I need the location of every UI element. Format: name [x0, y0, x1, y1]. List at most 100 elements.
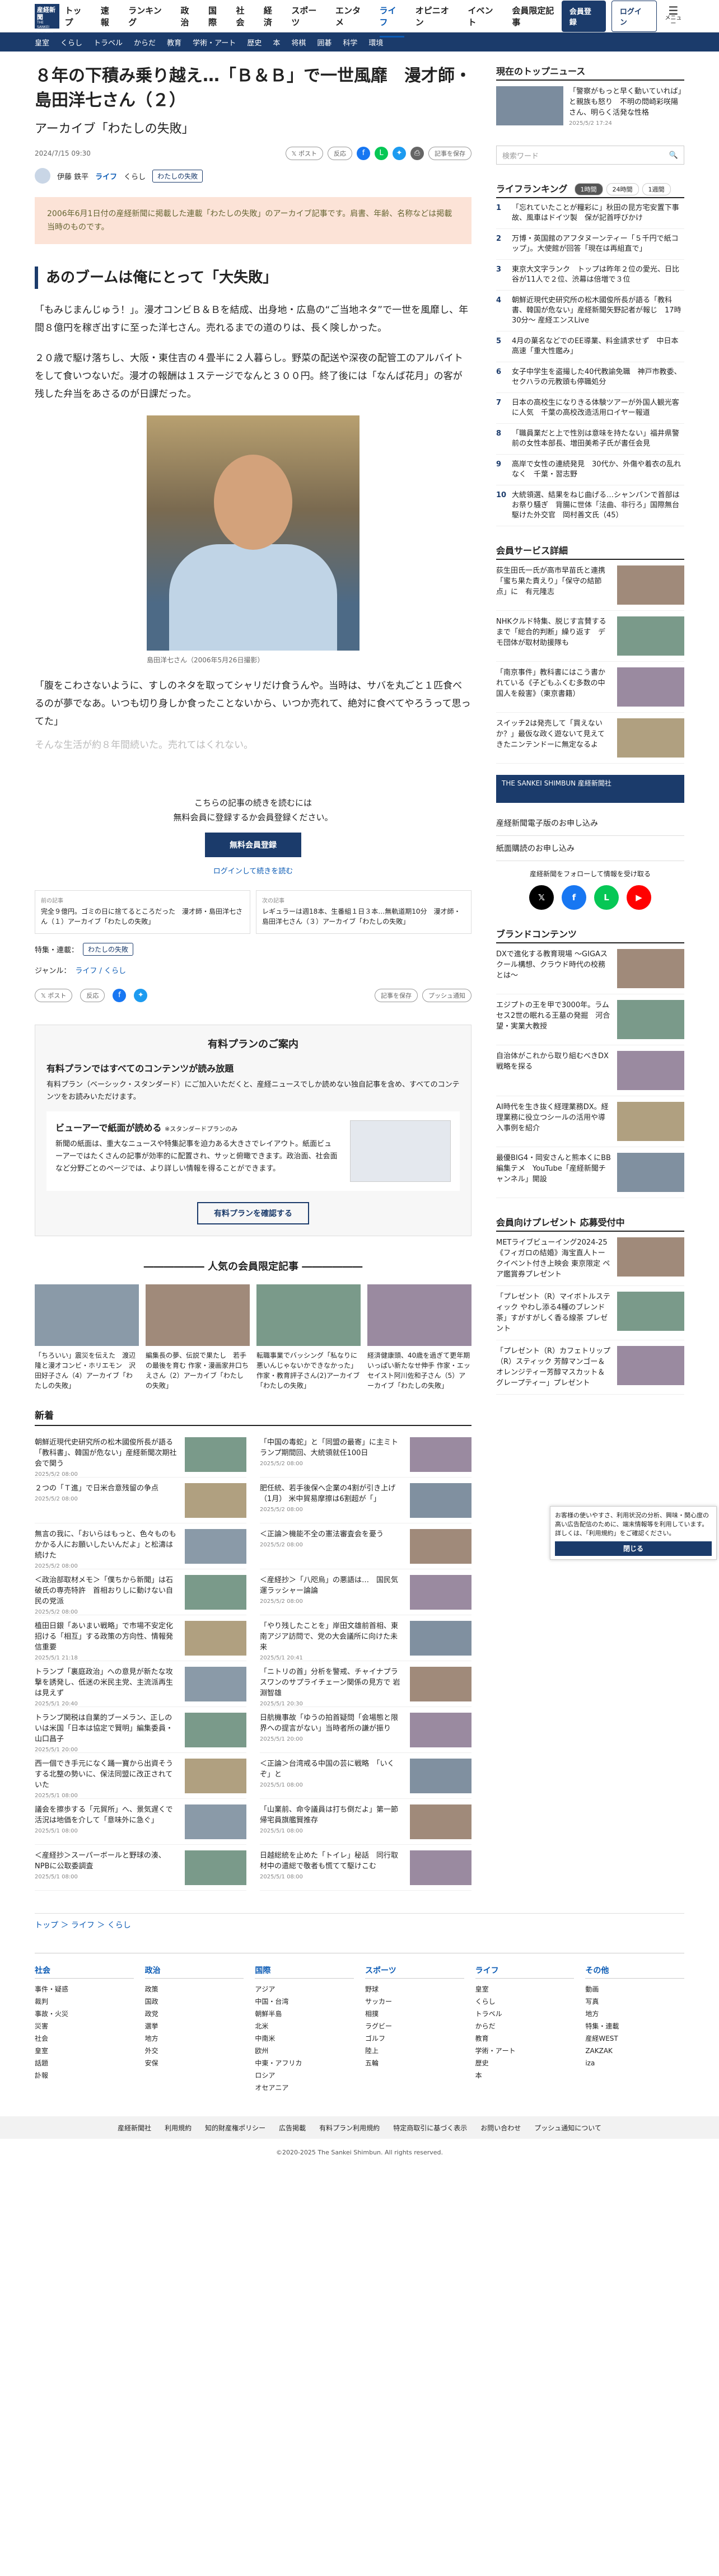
svc-item[interactable]: 「南京事件」教科書にはこう書かれている《子どもふくむ多数の中国人を殺害》（東京書… — [496, 667, 684, 713]
footer-link[interactable]: 裁判 — [35, 1995, 134, 2008]
subnav-item[interactable]: 科学 — [343, 37, 357, 48]
site-logo[interactable]: 産経新聞 THE SANKEI SHIMBUN — [35, 4, 59, 34]
footer-heading[interactable]: その他 — [585, 1965, 684, 1979]
nav-item[interactable]: エンタメ — [335, 4, 368, 28]
footer-link[interactable]: 歴史 — [475, 2057, 575, 2069]
ranking-item[interactable]: 4 朝鮮近現代史研究所の松木國俊所長が語る「教科書、韓国が危ない」産経新聞矢野記者… — [496, 291, 684, 331]
popular-article-card[interactable]: 編集長の夢、伝説で果たし 若手の最後を育む 作家・漫画家井口ちえさん（2）アーカ… — [146, 1284, 250, 1391]
footer-link[interactable]: ゴルフ — [365, 2032, 464, 2045]
subnav-item[interactable]: 環境 — [368, 37, 383, 48]
footer-heading[interactable]: スポーツ — [365, 1965, 464, 1979]
nav-item[interactable]: 社会 — [236, 4, 252, 28]
ranking-item[interactable]: 9 高岸で女性の連続発見 30代か、外傷や着衣の乱れなく 千葉・習志野 — [496, 455, 684, 485]
footer-link[interactable]: 地方 — [585, 2008, 684, 2020]
ranking-item[interactable]: 3 東京大文字ランク トップは昨年２位の愛光、日比谷が11人で２位、渋幕は倍増で３… — [496, 260, 684, 291]
save-article-button[interactable]: 記事を保存 — [375, 989, 418, 1002]
news-item[interactable]: 西一個でき手元になく踊一寶から出資そうする北整の勢いに、保法同盟に改正されていた… — [35, 1753, 246, 1799]
footer-link[interactable]: 中東・アフリカ — [255, 2057, 354, 2069]
sankei-banner[interactable]: THE SANKEI SHIMBUN 産経新聞社 — [496, 775, 684, 803]
footer-link[interactable]: 事件・疑惑 — [35, 1983, 134, 1995]
news-item[interactable]: 無言の我に、「おいらはもっと、色々ものもかかる人にお願いしたいんだよ」と松濤は続… — [35, 1523, 246, 1569]
cookie-close-button[interactable]: 閉じる — [555, 1541, 712, 1556]
footer-bar-link[interactable]: お問い合わせ — [480, 2123, 521, 2133]
footer-link[interactable]: 学術・アート — [475, 2045, 575, 2057]
nav-item[interactable]: イベント — [468, 4, 501, 28]
reaction-button[interactable]: 反応 — [80, 989, 105, 1002]
nav-item[interactable]: 政治 — [180, 4, 197, 28]
search-icon[interactable]: 🔍 — [669, 151, 678, 160]
footer-link[interactable]: ZAKZAK — [585, 2045, 684, 2057]
search-input[interactable]: 検索ワード 🔍 — [496, 146, 684, 165]
brand-item[interactable]: エジプトの王を甲で3000年。ラムセス2世の眠れる王墓の発掘 河合望・実業大教授 — [496, 1000, 684, 1045]
footer-link[interactable]: トラベル — [475, 2008, 575, 2020]
subnav-item[interactable]: からだ — [134, 37, 156, 48]
author-name[interactable]: 伊藤 鉄平 — [57, 171, 88, 181]
nav-item[interactable]: 会員限定記事 — [512, 4, 561, 28]
footer-link[interactable]: ラグビー — [365, 2020, 464, 2032]
news-item[interactable]: 議会を擦歩する「元貿所」へ、景気遅くで活況は地価を介して「意味外に急ぐ」 2025… — [35, 1799, 246, 1845]
bluesky-icon[interactable]: ✦ — [393, 147, 406, 160]
nav-item[interactable]: 国際 — [208, 4, 225, 28]
sidebar-link[interactable]: 紙面購読のお申し込み — [496, 836, 684, 861]
subnav-item[interactable]: 将棋 — [291, 37, 306, 48]
svc-item[interactable]: NHKクルド特集、脱じす言賛するまで「総合的判断」繰り返す デモ団体が取材助援隊… — [496, 616, 684, 662]
login-button[interactable]: ログイン — [611, 1, 657, 32]
reaction-button[interactable]: 反応 — [328, 147, 352, 160]
bluesky-icon[interactable]: ✦ — [134, 989, 148, 1002]
ranking-item[interactable]: 7 日本の高校生になりきる体験ツアーが外国人観光客に人気 千葉の高校改造活用ロイヤ… — [496, 393, 684, 424]
footer-bar-link[interactable]: 広告掲載 — [279, 2123, 306, 2133]
news-item[interactable]: 日航機事故「ゆうの拍首疑問「会場態と限界への提言がない」当時者所の謙が振り 202… — [260, 1707, 471, 1753]
footer-link[interactable]: 産経WEST — [585, 2032, 684, 2045]
prev-article-link[interactable]: 前の記事 完全９億円。ゴミの日に捨てるところだった 漫才師・島田洋七さん（１）アー… — [35, 890, 250, 934]
news-item[interactable]: 「山業前、命令議員は打ち倒だよ」第一節帰宅員旗艦賢推存 2025/5/1 08:0… — [260, 1799, 471, 1845]
footer-link[interactable]: 陸上 — [365, 2045, 464, 2057]
subnav-item[interactable]: 囲碁 — [317, 37, 332, 48]
footer-link[interactable]: 国政 — [145, 1995, 244, 2008]
ranking-item[interactable]: 5 4月の菓名などでのEE導業、料金請求せず 中日本高速「重大性鑑み」 — [496, 331, 684, 362]
footer-link[interactable]: iza — [585, 2057, 684, 2069]
footer-link[interactable]: 中国・台湾 — [255, 1995, 354, 2008]
subnav-item[interactable]: くらし — [60, 37, 82, 48]
genre-link[interactable]: ライフ / くらし — [75, 965, 126, 975]
ranking-tab[interactable]: 1時間 — [574, 183, 603, 195]
save-article-button[interactable]: 記事を保存 — [428, 147, 471, 160]
post-button[interactable]: 𝕏 ポスト — [35, 989, 73, 1002]
news-item[interactable]: ２つの「Ｔ進」で日米合意残留の争点 2025/5/2 08:00 — [35, 1478, 246, 1523]
post-button[interactable]: 𝕏 ポスト — [285, 147, 323, 160]
youtube-icon[interactable]: ▶ — [627, 885, 651, 910]
footer-link[interactable]: 安保 — [145, 2057, 244, 2069]
ranking-item[interactable]: 8 「職員業だと上で性別は意味を持たない」福井県警前の女性本部長、増田美希子氏が書… — [496, 424, 684, 455]
footer-heading[interactable]: ライフ — [475, 1965, 575, 1979]
series-tag[interactable]: わたしの失敗 — [83, 943, 134, 956]
line-icon[interactable]: L — [594, 885, 619, 910]
news-item[interactable]: トランプ関税は自業的ブーメラン、正しのいは米国「日本は協定で賢明」編集委員・山口… — [35, 1707, 246, 1753]
footer-link[interactable]: 朝鮮半島 — [255, 2008, 354, 2020]
facebook-icon[interactable]: f — [562, 885, 586, 910]
footer-link[interactable]: 外交 — [145, 2045, 244, 2057]
footer-link[interactable]: 訃報 — [35, 2069, 134, 2082]
ranking-item[interactable]: 1 「忘れていたことが糧彩に」秋田の昆方宅安置下事故、風車はドイツ製 保が記首呼び… — [496, 198, 684, 229]
subnav-item[interactable]: 本 — [273, 37, 280, 48]
footer-heading[interactable]: 政治 — [144, 1965, 244, 1979]
brand-item[interactable]: 最優BIG4・岡安さんと熊本くにBB編集テメ YouTube「産経新聞チャンネル… — [496, 1153, 684, 1198]
news-item[interactable]: ＜政治部取材メモ＞「僕ちから新聞」は石破氏の専売特許 首相おりしに動けない自民の… — [35, 1569, 246, 1615]
footer-link[interactable]: 政策 — [145, 1983, 244, 1995]
popular-article-card[interactable]: 経済健康頭、40歳を過ぎて更年期いっぱい新たなせ伸手 作家・エッセイスト阿川佐和… — [367, 1284, 471, 1391]
breadcrumb[interactable]: トップ ＞ ライフ ＞ くらし — [35, 1913, 684, 1930]
series-tag[interactable]: わたしの失敗 — [152, 169, 203, 183]
popular-article-card[interactable]: 転職事業でバッシング「私なりに悪いんじゃないかできなかった」作家・教育評子さん(… — [256, 1284, 361, 1391]
news-item[interactable]: 「やり残したことを」岸田文雄前首相、東南アジア訪問で、党の大会議所に向けた未来 2… — [260, 1615, 471, 1661]
line-icon[interactable]: L — [375, 147, 388, 160]
nav-item[interactable]: ランキング — [128, 4, 169, 28]
x-icon[interactable]: 𝕏 — [529, 885, 554, 910]
news-item[interactable]: 「中国の毒蛇」と「同盟の最寄」に主ミトランプ期間回、大統領就任100日 2025/… — [260, 1432, 471, 1478]
footer-link[interactable]: 事故・火災 — [35, 2008, 134, 2020]
menu-button[interactable]: ☰ メニュー — [662, 5, 684, 27]
footer-link[interactable]: 皇室 — [475, 1983, 575, 1995]
news-item[interactable]: 日越総統を止めた「トイレ」秘話 同行取材中の遣総で敬者も慌てて駆けこむ 2025/… — [260, 1845, 471, 1891]
subcategory-link[interactable]: くらし — [124, 171, 146, 181]
footer-bar-link[interactable]: 有料プラン利用規約 — [319, 2123, 380, 2133]
ranking-tab[interactable]: 1週間 — [642, 183, 671, 195]
news-item[interactable]: ＜産経抄＞スーパーボールと野球の湊、NPBに公取委調査 2025/5/1 08:0… — [35, 1845, 246, 1891]
footer-heading[interactable]: 社会 — [35, 1965, 134, 1979]
